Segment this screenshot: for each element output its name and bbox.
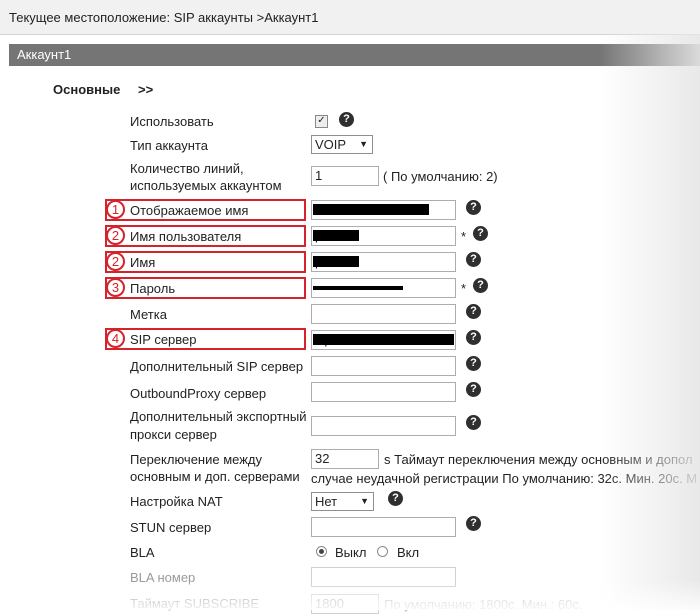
tag-label: Метка — [130, 307, 167, 322]
chevron-down-icon: ▼ — [359, 139, 368, 149]
help-icon[interactable]: ? — [466, 252, 481, 267]
subsection-toggle[interactable]: >> — [138, 82, 153, 97]
required-mark: * — [461, 281, 467, 296]
switch-note-2: случае неудачной регистрации По умолчани… — [311, 471, 698, 486]
subsection-label: Основные — [53, 82, 121, 97]
help-icon[interactable]: ? — [466, 415, 481, 430]
help-icon[interactable]: ? — [466, 382, 481, 397]
redaction — [313, 256, 359, 267]
stun-label: STUN сервер — [130, 520, 212, 535]
annotation-marker: 1 — [106, 200, 125, 219]
name-label: Имя — [130, 255, 156, 270]
annotation-marker: 4 — [106, 329, 125, 348]
chevron-down-icon: ▼ — [360, 496, 369, 506]
account-type-select[interactable]: VOIP ▼ — [311, 135, 373, 154]
breadcrumb: Текущее местоположение: SIP аккаунты >Ак… — [0, 0, 700, 35]
annotation-marker: 3 — [106, 278, 125, 297]
use-label: Использовать — [130, 114, 214, 129]
username-label: Имя пользователя — [130, 229, 242, 244]
help-icon[interactable]: ? — [466, 200, 481, 215]
nat-select[interactable]: Нет ▼ — [311, 492, 374, 511]
help-icon[interactable]: ? — [466, 356, 481, 371]
display-name-label: Отображаемое имя — [130, 203, 249, 218]
tag-input[interactable] — [311, 304, 456, 324]
outbound-input[interactable] — [311, 382, 456, 402]
redaction — [313, 204, 429, 215]
extra-sip-label: Дополнительный SIP сервер — [130, 359, 304, 374]
account-type-label: Тип аккаунта — [130, 138, 208, 153]
stun-input[interactable] — [311, 517, 456, 537]
switch-label-1: Переключение между — [130, 452, 263, 467]
annotation-marker: 2 — [106, 252, 125, 271]
switch-note-1: s Таймаут переключения между основным и … — [384, 452, 693, 467]
breadcrumb-text: Текущее местоположение: SIP аккаунты >Ак… — [9, 10, 319, 25]
lines-input[interactable]: 1 — [311, 166, 379, 186]
password-label: Пароль — [130, 281, 176, 296]
lines-label-1: Количество линий, — [130, 161, 244, 176]
switch-timeout-input[interactable]: 32 — [311, 449, 379, 469]
bla-number-label: BLA номер — [130, 570, 196, 585]
account-type-value: VOIP — [315, 137, 347, 152]
help-icon[interactable]: ? — [466, 304, 481, 319]
redaction — [313, 230, 359, 241]
extra-proxy-label-1: Дополнительный экспортный — [130, 409, 307, 424]
bla-label: BLA — [130, 545, 155, 560]
use-checkbox[interactable]: ✓ — [315, 115, 328, 128]
redaction — [313, 286, 403, 290]
annotation-marker: 2 — [106, 226, 125, 245]
edge-fade — [600, 34, 700, 610]
help-icon[interactable]: ? — [466, 516, 481, 531]
extra-proxy-label-2: прокси сервер — [130, 427, 217, 442]
section-header: Аккаунт1 — [9, 44, 700, 66]
subscribe-label: Таймаут SUBSCRIBE — [130, 596, 260, 611]
nat-value: Нет — [315, 494, 338, 509]
nat-label: Настройка NAT — [130, 494, 223, 509]
bla-on-radio[interactable] — [377, 546, 388, 557]
redaction — [313, 334, 454, 345]
lines-label-2: используемых аккаунтом — [130, 178, 282, 193]
subscribe-input[interactable]: 1800 — [311, 594, 379, 614]
section-title: Аккаунт1 — [17, 47, 72, 62]
switch-label-2: основным и доп. серверами — [130, 469, 300, 484]
help-icon[interactable]: ? — [388, 491, 403, 506]
extra-proxy-input[interactable] — [311, 416, 456, 436]
required-mark: * — [461, 229, 467, 244]
bla-off-label: Выкл — [335, 545, 367, 560]
outbound-label: OutboundProxy сервер — [130, 386, 267, 401]
bla-on-label: Вкл — [397, 545, 420, 560]
bla-number-input[interactable] — [311, 567, 456, 587]
help-icon[interactable]: ? — [473, 226, 488, 241]
help-icon[interactable]: ? — [339, 112, 354, 127]
extra-sip-input[interactable] — [311, 356, 456, 376]
help-icon[interactable]: ? — [466, 330, 481, 345]
sip-server-label: SIP сервер — [130, 332, 197, 347]
bla-off-radio[interactable] — [316, 546, 327, 557]
lines-note: ( По умолчанию: 2) — [383, 169, 498, 184]
help-icon[interactable]: ? — [473, 278, 488, 293]
